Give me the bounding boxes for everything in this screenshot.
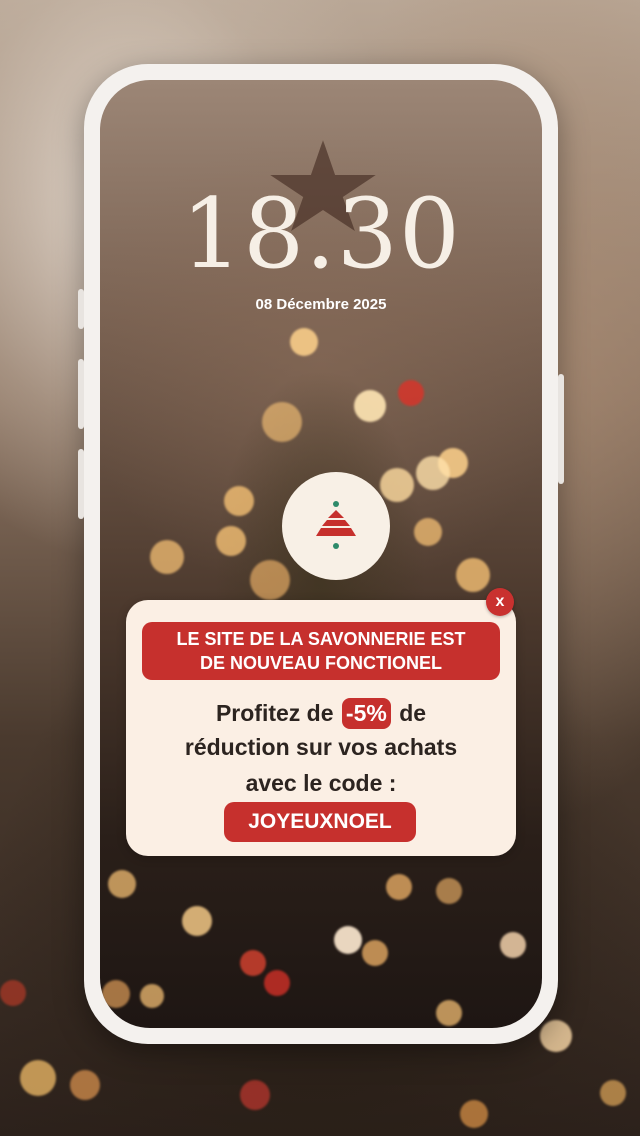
phone-side-button xyxy=(78,449,84,519)
bokeh-light xyxy=(240,950,266,976)
phone-screen: 18.30 08 Décembre 2025 xyxy=(100,80,542,1028)
bokeh-light xyxy=(456,558,490,592)
bokeh-light xyxy=(362,940,388,966)
savonnerie-logo-icon xyxy=(316,501,356,549)
bokeh-light xyxy=(600,1080,626,1106)
bokeh-light xyxy=(290,328,318,356)
promo-line-2: réduction sur vos achats xyxy=(184,734,458,760)
lockscreen-date: 08 Décembre 2025 xyxy=(255,296,387,313)
bokeh-light xyxy=(240,1080,270,1110)
bokeh-light xyxy=(182,906,212,936)
bokeh-light xyxy=(250,560,290,600)
bokeh-light xyxy=(460,1100,488,1128)
close-icon: x xyxy=(495,593,505,610)
promo-text-post: de xyxy=(399,700,427,726)
notification-title-line2: DE NOUVEAU FONCTIONEL xyxy=(199,653,442,673)
promo-code-badge[interactable]: JOYEUXNOEL xyxy=(224,802,416,842)
notification-title-banner: LE SITE DE LA SAVONNERIE EST DE NOUVEAU … xyxy=(142,622,500,680)
bokeh-light xyxy=(216,526,246,556)
bokeh-light xyxy=(102,980,130,1008)
bokeh-light xyxy=(436,1000,462,1026)
bokeh-light xyxy=(416,456,450,490)
bokeh-light xyxy=(436,878,462,904)
bokeh-light xyxy=(334,926,362,954)
bokeh-light xyxy=(150,540,184,574)
notification-title-line1: LE SITE DE LA SAVONNERIE EST xyxy=(176,629,466,649)
phone-side-button xyxy=(558,374,564,484)
bokeh-light xyxy=(70,1070,100,1100)
bokeh-light xyxy=(414,518,442,546)
promo-line-1: Profitez de -5% de xyxy=(126,698,516,729)
bokeh-light xyxy=(0,980,26,1006)
phone-mockup: 18.30 08 Décembre 2025 xyxy=(78,64,564,1044)
bokeh-light xyxy=(500,932,526,958)
bokeh-light xyxy=(354,390,386,422)
bokeh-light xyxy=(140,984,164,1008)
bokeh-light xyxy=(540,1020,572,1052)
bokeh-light xyxy=(20,1060,56,1096)
bokeh-light xyxy=(398,380,424,406)
bokeh-light xyxy=(386,874,412,900)
bokeh-light xyxy=(264,970,290,996)
bokeh-light xyxy=(108,870,136,898)
promo-line-3: avec le code : xyxy=(245,770,397,796)
close-button[interactable]: x xyxy=(486,588,514,616)
discount-badge: -5% xyxy=(341,698,391,729)
bokeh-light xyxy=(262,402,302,442)
phone-side-button xyxy=(78,289,84,329)
brand-logo xyxy=(282,472,390,580)
lockscreen-time: 18.30 xyxy=(181,178,461,290)
promo-text-pre: Profitez de xyxy=(215,700,334,726)
phone-side-button xyxy=(78,359,84,429)
bokeh-light xyxy=(224,486,254,516)
bokeh-light xyxy=(380,468,414,502)
